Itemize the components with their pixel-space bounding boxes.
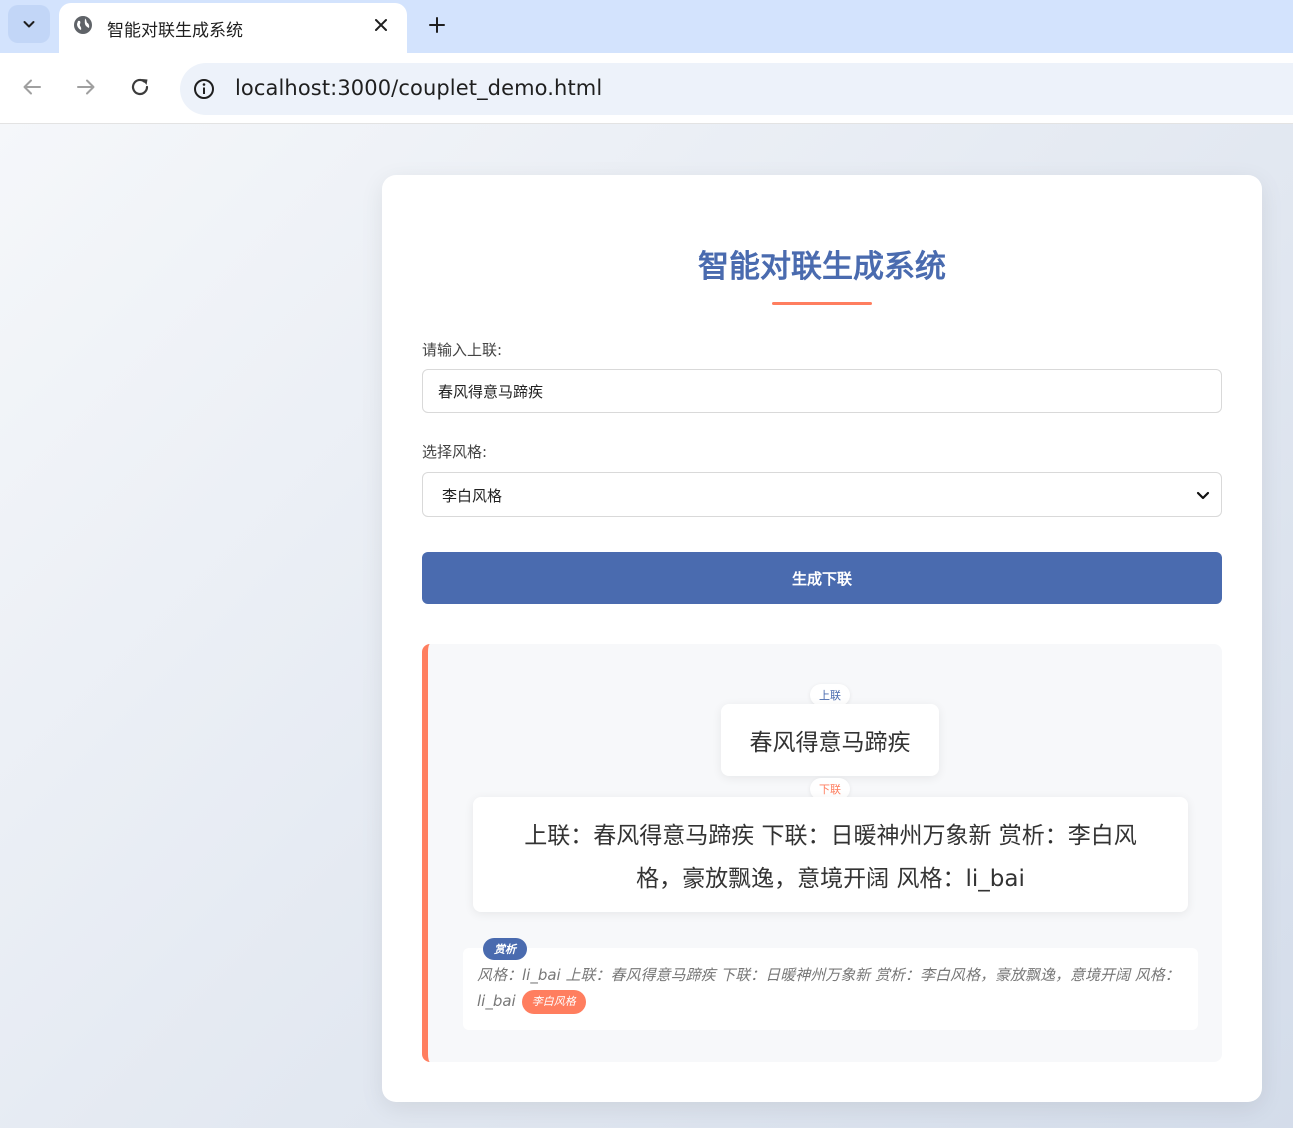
- upper-input-label: 请输入上联:: [422, 341, 503, 359]
- tab-close-button[interactable]: [371, 15, 391, 35]
- page-title: 智能对联生成系统: [698, 249, 946, 285]
- style-select-value: 李白风格: [442, 487, 503, 505]
- reload-button[interactable]: [126, 73, 154, 101]
- browser-tabstrip: 智能对联生成系统: [0, 0, 1293, 53]
- tab-search-button[interactable]: [8, 5, 50, 43]
- style-badge: 李白风格: [521, 989, 586, 1014]
- result-panel: 上联 春风得意马蹄疾 下联 上联：春风得意马蹄疾 下联：日暖神州万象新 赏析：李…: [422, 644, 1222, 1062]
- chevron-down-icon: [23, 21, 35, 28]
- address-url[interactable]: localhost:3000/couplet_demo.html: [235, 76, 602, 100]
- chevron-down-icon: [1196, 491, 1210, 500]
- generate-button[interactable]: 生成下联: [422, 552, 1222, 604]
- address-bar[interactable]: localhost:3000/couplet_demo.html: [180, 63, 1293, 115]
- tab-title: 智能对联生成系统: [107, 21, 243, 41]
- upper-couplet-tag: 上联: [810, 684, 850, 706]
- analysis-tag: 赏析: [483, 938, 527, 960]
- plus-icon: [429, 17, 445, 33]
- couplet-card: 智能对联生成系统 请输入上联: 选择风格: 李白风格 生成下联 上联 春风得意马…: [382, 175, 1262, 1102]
- title-underline: [772, 302, 872, 305]
- lower-couplet-display: 上联：春风得意马蹄疾 下联：日暖神州万象新 赏析：李白风格，豪放飘逸，意境开阔 …: [473, 797, 1188, 912]
- close-icon: [375, 19, 387, 31]
- back-button[interactable]: [18, 73, 46, 101]
- info-icon[interactable]: [192, 77, 216, 101]
- upper-couplet-input[interactable]: [422, 369, 1222, 413]
- style-select-label: 选择风格:: [422, 443, 488, 461]
- new-tab-button[interactable]: [424, 12, 450, 38]
- upper-couplet-display: 春风得意马蹄疾: [721, 704, 939, 776]
- browser-tab-active[interactable]: 智能对联生成系统: [59, 3, 407, 53]
- style-select[interactable]: 李白风格: [422, 472, 1222, 517]
- analysis-box: 风格：li_bai 上联：春风得意马蹄疾 下联：日暖神州万象新 赏析：李白风格，…: [463, 948, 1198, 1030]
- forward-button[interactable]: [72, 73, 100, 101]
- arrow-right-icon: [77, 79, 95, 95]
- reload-icon: [131, 78, 149, 96]
- globe-icon: [74, 16, 92, 34]
- arrow-left-icon: [23, 79, 41, 95]
- browser-toolbar: localhost:3000/couplet_demo.html: [0, 53, 1293, 124]
- page-viewport: 智能对联生成系统 请输入上联: 选择风格: 李白风格 生成下联 上联 春风得意马…: [0, 124, 1293, 1128]
